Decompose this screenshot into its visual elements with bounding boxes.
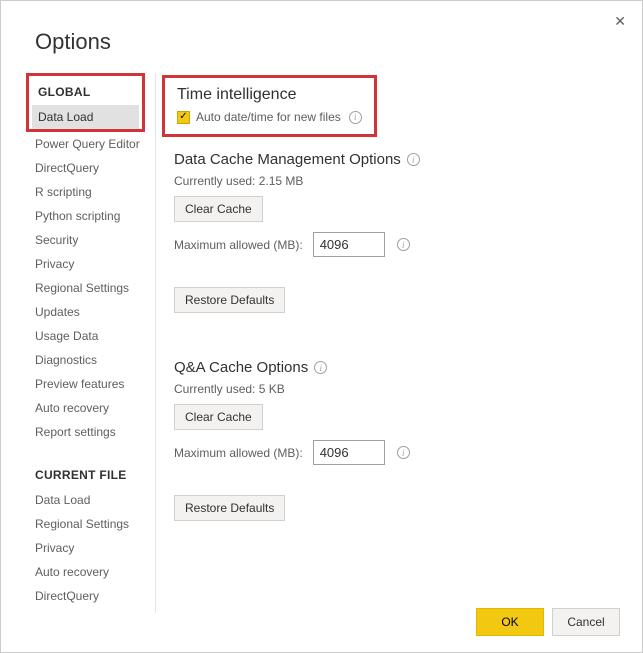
data-cache-title: Data Cache Management Options bbox=[174, 151, 401, 168]
cancel-button[interactable]: Cancel bbox=[552, 608, 620, 636]
restore-defaults-button[interactable]: Restore Defaults bbox=[174, 287, 285, 313]
sidebar-item-cf-data-load[interactable]: Data Load bbox=[29, 488, 155, 512]
sidebar-item-cf-query-reduction[interactable]: Query reduction bbox=[29, 608, 155, 613]
sidebar-item-updates[interactable]: Updates bbox=[29, 300, 155, 324]
sidebar-item-privacy[interactable]: Privacy bbox=[29, 252, 155, 276]
sidebar-item-r-scripting[interactable]: R scripting bbox=[29, 180, 155, 204]
dialog-header: Options bbox=[1, 1, 642, 73]
sidebar-item-diagnostics[interactable]: Diagnostics bbox=[29, 348, 155, 372]
main-panel: Time intelligence ✓ Auto date/time for n… bbox=[156, 73, 642, 613]
dialog-footer: OK Cancel bbox=[476, 608, 620, 636]
dialog-title: Options bbox=[35, 29, 608, 55]
close-icon[interactable]: ✕ bbox=[610, 9, 630, 34]
qa-cache-section: Q&A Cache Options i Currently used: 5 KB… bbox=[174, 359, 622, 531]
qa-clear-cache-button[interactable]: Clear Cache bbox=[174, 404, 263, 430]
clear-cache-button[interactable]: Clear Cache bbox=[174, 196, 263, 222]
data-cache-max-label: Maximum allowed (MB): bbox=[174, 238, 303, 252]
sidebar-item-data-load[interactable]: Data Load bbox=[32, 105, 139, 129]
sidebar-item-python-scripting[interactable]: Python scripting bbox=[29, 204, 155, 228]
sidebar-header-current-file: CURRENT FILE bbox=[29, 462, 155, 488]
qa-restore-defaults-button[interactable]: Restore Defaults bbox=[174, 495, 285, 521]
qa-cache-max-label: Maximum allowed (MB): bbox=[174, 446, 303, 460]
qa-cache-max-input[interactable] bbox=[313, 440, 385, 465]
sidebar-header-global: GLOBAL bbox=[32, 79, 139, 105]
time-intelligence-title: Time intelligence bbox=[177, 86, 362, 104]
sidebar-item-directquery[interactable]: DirectQuery bbox=[29, 156, 155, 180]
sidebar-item-auto-recovery[interactable]: Auto recovery bbox=[29, 396, 155, 420]
sidebar-item-cf-directquery[interactable]: DirectQuery bbox=[29, 584, 155, 608]
sidebar-item-regional-settings[interactable]: Regional Settings bbox=[29, 276, 155, 300]
ok-button[interactable]: OK bbox=[476, 608, 544, 636]
sidebar-item-cf-auto-recovery[interactable]: Auto recovery bbox=[29, 560, 155, 584]
sidebar-item-cf-privacy[interactable]: Privacy bbox=[29, 536, 155, 560]
qa-cache-currently-used: Currently used: 5 KB bbox=[174, 382, 622, 396]
qa-cache-title: Q&A Cache Options bbox=[174, 359, 308, 376]
sidebar-item-security[interactable]: Security bbox=[29, 228, 155, 252]
sidebar-item-power-query-editor[interactable]: Power Query Editor bbox=[29, 132, 155, 156]
data-cache-section: Data Cache Management Options i Currentl… bbox=[174, 151, 622, 323]
info-icon[interactable]: i bbox=[314, 361, 327, 374]
sidebar-item-report-settings[interactable]: Report settings bbox=[29, 420, 155, 444]
info-icon[interactable]: i bbox=[397, 238, 410, 251]
info-icon[interactable]: i bbox=[349, 111, 362, 124]
data-cache-max-input[interactable] bbox=[313, 232, 385, 257]
sidebar-item-preview-features[interactable]: Preview features bbox=[29, 372, 155, 396]
highlight-time-intelligence: Time intelligence ✓ Auto date/time for n… bbox=[162, 75, 377, 137]
sidebar-item-usage-data[interactable]: Usage Data bbox=[29, 324, 155, 348]
auto-datetime-checkbox[interactable]: ✓ bbox=[177, 111, 190, 124]
sidebar-item-cf-regional-settings[interactable]: Regional Settings bbox=[29, 512, 155, 536]
info-icon[interactable]: i bbox=[407, 153, 420, 166]
data-cache-currently-used: Currently used: 2.15 MB bbox=[174, 174, 622, 188]
info-icon[interactable]: i bbox=[397, 446, 410, 459]
auto-datetime-label: Auto date/time for new files bbox=[196, 110, 341, 124]
sidebar: GLOBAL Data Load Power Query Editor Dire… bbox=[1, 73, 156, 613]
highlight-global: GLOBAL Data Load bbox=[26, 73, 145, 132]
